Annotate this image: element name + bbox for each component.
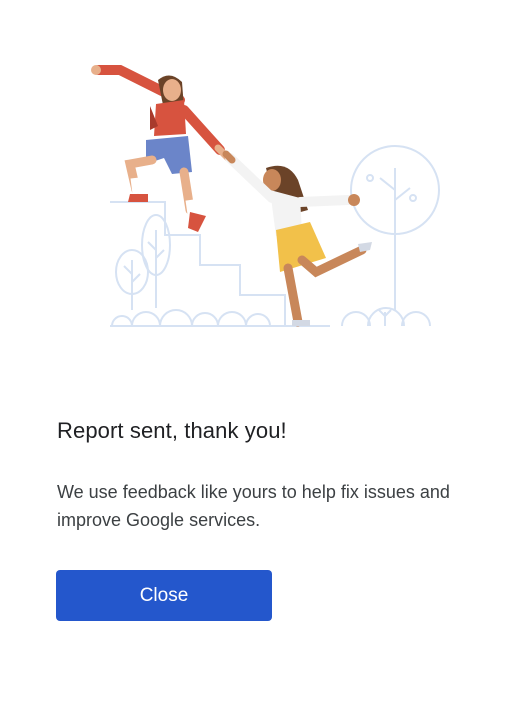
- bushes-right: [341, 307, 431, 327]
- feedback-confirmation-dialog: Report sent, thank you! We use feedback …: [0, 0, 512, 728]
- bushes-left: [111, 309, 271, 327]
- person-yellow-skirt: [222, 150, 372, 327]
- close-button[interactable]: Close: [56, 570, 272, 621]
- celebration-illustration: [91, 65, 440, 327]
- tree-right: [350, 145, 440, 310]
- confirmation-title: Report sent, thank you!: [57, 418, 287, 443]
- confirmation-message: We use feedback like yours to help fix i…: [57, 482, 450, 530]
- person-red-shirt: [91, 65, 232, 232]
- small-tree-left: [115, 214, 171, 310]
